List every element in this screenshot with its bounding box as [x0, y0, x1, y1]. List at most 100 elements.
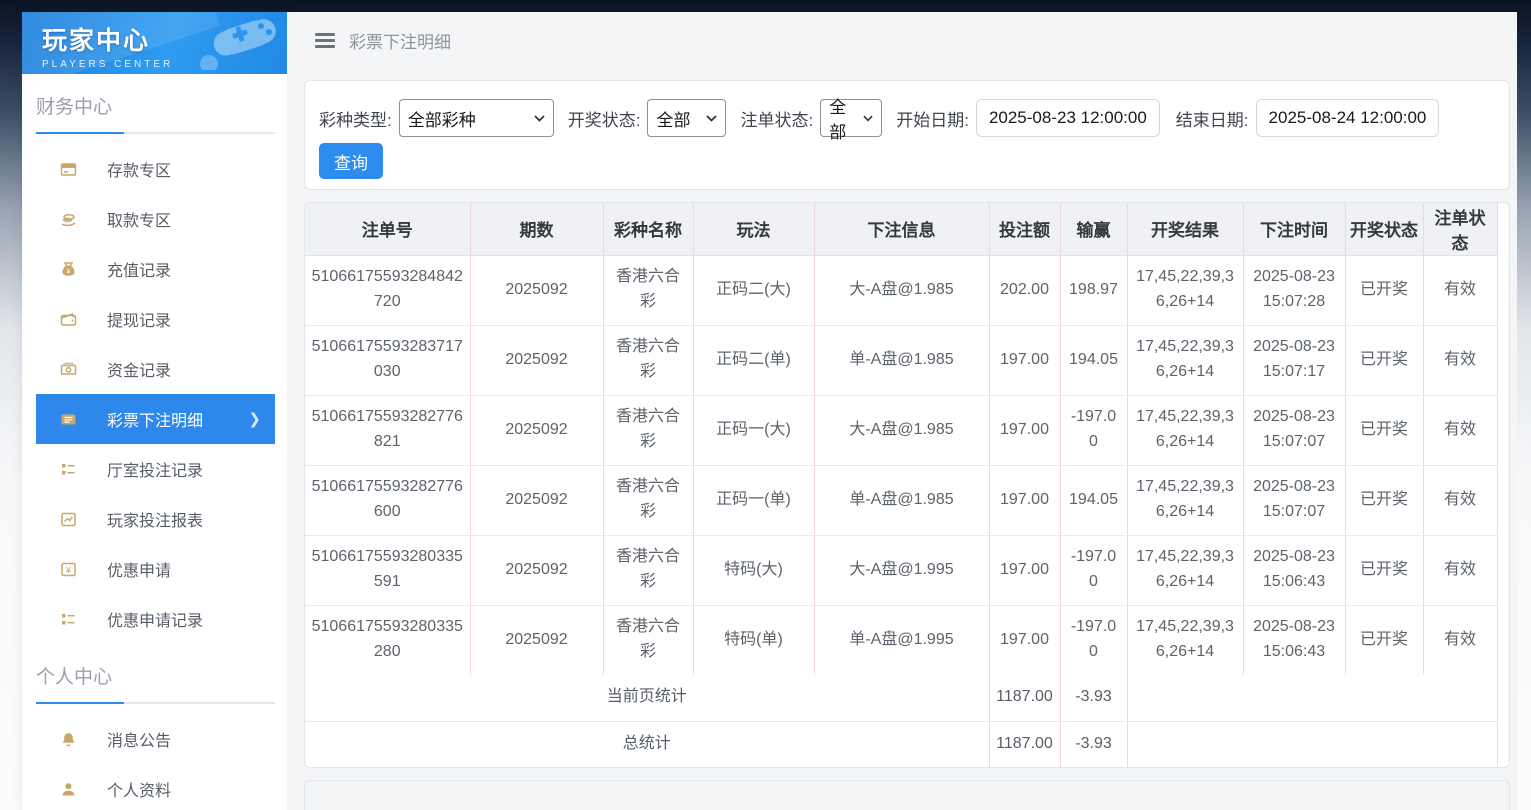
cell-play: 正码一(单)	[693, 465, 814, 535]
cell-bet-time: 2025-08-23 15:06:43	[1243, 605, 1345, 675]
sidebar-item-deposit-zone[interactable]: 存款专区	[22, 144, 287, 194]
svg-text:¥: ¥	[67, 268, 71, 275]
sidebar-item-messages[interactable]: 消息公告	[22, 714, 287, 764]
cell-bet-amount: 197.00	[989, 535, 1060, 605]
sidebar-item-promo-apply[interactable]: ¥优惠申请	[22, 544, 287, 594]
sidebar-nav: 财务中心存款专区取款专区¥充值记录提现记录资金记录彩票下注明细❯厅室投注记录玩家…	[22, 92, 287, 810]
sidebar-item-profile[interactable]: 个人资料	[22, 764, 287, 810]
cell-bet-info: 单-A盘@1.995	[814, 605, 989, 675]
cell-win-loss: 194.05	[1060, 325, 1127, 395]
sidebar-item-label: 个人资料	[107, 777, 171, 801]
bet-status-select[interactable]: 全部	[820, 99, 882, 137]
cell-period: 2025092	[470, 325, 603, 395]
cell-lottery-name: 香港六合彩	[603, 255, 693, 325]
cell-bet-id: 51066175593280335280	[305, 605, 470, 675]
search-button[interactable]: 查询	[319, 143, 383, 179]
sidebar-item-label: 优惠申请记录	[107, 607, 203, 631]
cell-win-loss: -197.00	[1060, 535, 1127, 605]
sidebar-item-label: 彩票下注明细	[107, 407, 203, 431]
sidebar-item-player-bet-report[interactable]: 玩家投注报表	[22, 494, 287, 544]
cell-bet-id: 51066175593284842720	[305, 255, 470, 325]
col-bet-id: 注单号	[305, 203, 470, 255]
cell-draw-status: 已开奖	[1345, 605, 1423, 675]
cash-icon	[60, 361, 77, 378]
bell-icon	[60, 731, 77, 748]
lottery-type-label: 彩种类型:	[319, 106, 392, 131]
ticket-list-icon	[60, 411, 77, 428]
summary-empty	[1127, 675, 1497, 721]
cell-bet-time: 2025-08-23 15:07:07	[1243, 395, 1345, 465]
bets-table: 注单号期数彩种名称玩法下注信息投注额输赢开奖结果下注时间开奖状态注单状态5106…	[305, 203, 1498, 767]
sidebar-item-label: 提现记录	[107, 307, 171, 331]
cell-draw-result: 17,45,22,39,36,26+14	[1127, 325, 1243, 395]
table-row: 510661755932827768212025092香港六合彩正码一(大)大-…	[305, 395, 1497, 465]
cell-draw-status: 已开奖	[1345, 325, 1423, 395]
cell-bet-amount: 197.00	[989, 465, 1060, 535]
cell-lottery-name: 香港六合彩	[603, 395, 693, 465]
cell-lottery-name: 香港六合彩	[603, 325, 693, 395]
chevron-right-icon: ❯	[248, 410, 275, 428]
person-icon	[60, 781, 77, 798]
cell-bet-id: 51066175593282776821	[305, 395, 470, 465]
cell-lottery-name: 香港六合彩	[603, 465, 693, 535]
table-row: 510661755932803352802025092香港六合彩特码(单)单-A…	[305, 605, 1497, 675]
cell-bet-time: 2025-08-23 15:07:28	[1243, 255, 1345, 325]
cell-play: 正码二(单)	[693, 325, 814, 395]
cell-draw-status: 已开奖	[1345, 255, 1423, 325]
logo-title: 玩家中心	[42, 21, 287, 57]
section-underline	[36, 702, 275, 704]
cell-period: 2025092	[470, 605, 603, 675]
draw-status-select[interactable]: 全部	[647, 99, 726, 137]
cell-bet-info: 大-A盘@1.995	[814, 535, 989, 605]
cell-lottery-name: 香港六合彩	[603, 605, 693, 675]
sidebar-item-funds-records[interactable]: 资金记录	[22, 344, 287, 394]
lottery-type-select[interactable]: 全部彩种	[399, 99, 554, 137]
cell-bet-id: 51066175593280335591	[305, 535, 470, 605]
chevron-down-icon	[863, 115, 873, 122]
cell-draw-result: 17,45,22,39,36,26+14	[1127, 465, 1243, 535]
sidebar-item-lottery-bet-details[interactable]: 彩票下注明细 ❯	[36, 394, 275, 444]
cell-win-loss: 198.97	[1060, 255, 1127, 325]
sidebar-item-withdraw-records[interactable]: 提现记录	[22, 294, 287, 344]
cell-period: 2025092	[470, 255, 603, 325]
cell-bet-info: 大-A盘@1.985	[814, 395, 989, 465]
col-period: 期数	[470, 203, 603, 255]
summary-label: 当前页统计	[305, 675, 989, 721]
col-bet-time: 下注时间	[1243, 203, 1345, 255]
filter-panel: 彩种类型: 全部彩种 开奖状态: 全部 注单状态: 全部 开始日期: 2025-…	[304, 80, 1510, 190]
logo-banner: 玩家中心 PLAYERS CENTER	[22, 12, 287, 74]
sidebar-item-recharge-records[interactable]: ¥ 充值记录	[22, 244, 287, 294]
report-chart-icon	[60, 511, 77, 528]
cell-bet-info: 大-A盘@1.985	[814, 255, 989, 325]
cell-play: 特码(大)	[693, 535, 814, 605]
start-date-input[interactable]: 2025-08-23 12:00:00	[976, 99, 1160, 137]
topbar: 彩票下注明细	[287, 12, 1517, 68]
sidebar-item-label: 玩家投注报表	[107, 507, 203, 531]
cell-play: 正码一(大)	[693, 395, 814, 465]
list-icon	[60, 461, 77, 478]
cell-play: 正码二(大)	[693, 255, 814, 325]
cell-draw-result: 17,45,22,39,36,26+14	[1127, 605, 1243, 675]
sidebar-item-hall-bet-records[interactable]: 厅室投注记录	[22, 444, 287, 494]
bet-status-label: 注单状态:	[740, 106, 813, 131]
cell-bet-info: 单-A盘@1.985	[814, 465, 989, 535]
cell-win-loss: 194.05	[1060, 465, 1127, 535]
summary-win-loss: -3.93	[1060, 675, 1127, 721]
sidebar-item-label: 充值记录	[107, 257, 171, 281]
money-bag-icon: ¥	[60, 261, 77, 278]
sidebar-item-promo-apply-records[interactable]: 优惠申请记录	[22, 594, 287, 644]
col-bet-amount: 投注额	[989, 203, 1060, 255]
list-icon	[60, 611, 77, 628]
col-play: 玩法	[693, 203, 814, 255]
sidebar-item-withdraw-zone[interactable]: 取款专区	[22, 194, 287, 244]
cell-period: 2025092	[470, 465, 603, 535]
summary-bet-amount: 1187.00	[989, 721, 1060, 767]
pagination-panel	[304, 780, 1510, 810]
end-date-input[interactable]: 2025-08-24 12:00:00	[1256, 99, 1440, 137]
cell-draw-result: 17,45,22,39,36,26+14	[1127, 395, 1243, 465]
cell-lottery-name: 香港六合彩	[603, 535, 693, 605]
sidebar-item-label: 消息公告	[107, 727, 171, 751]
menu-toggle-icon[interactable]	[315, 30, 335, 51]
chevron-down-icon	[534, 115, 545, 122]
sidebar-item-label: 厅室投注记录	[107, 457, 203, 481]
